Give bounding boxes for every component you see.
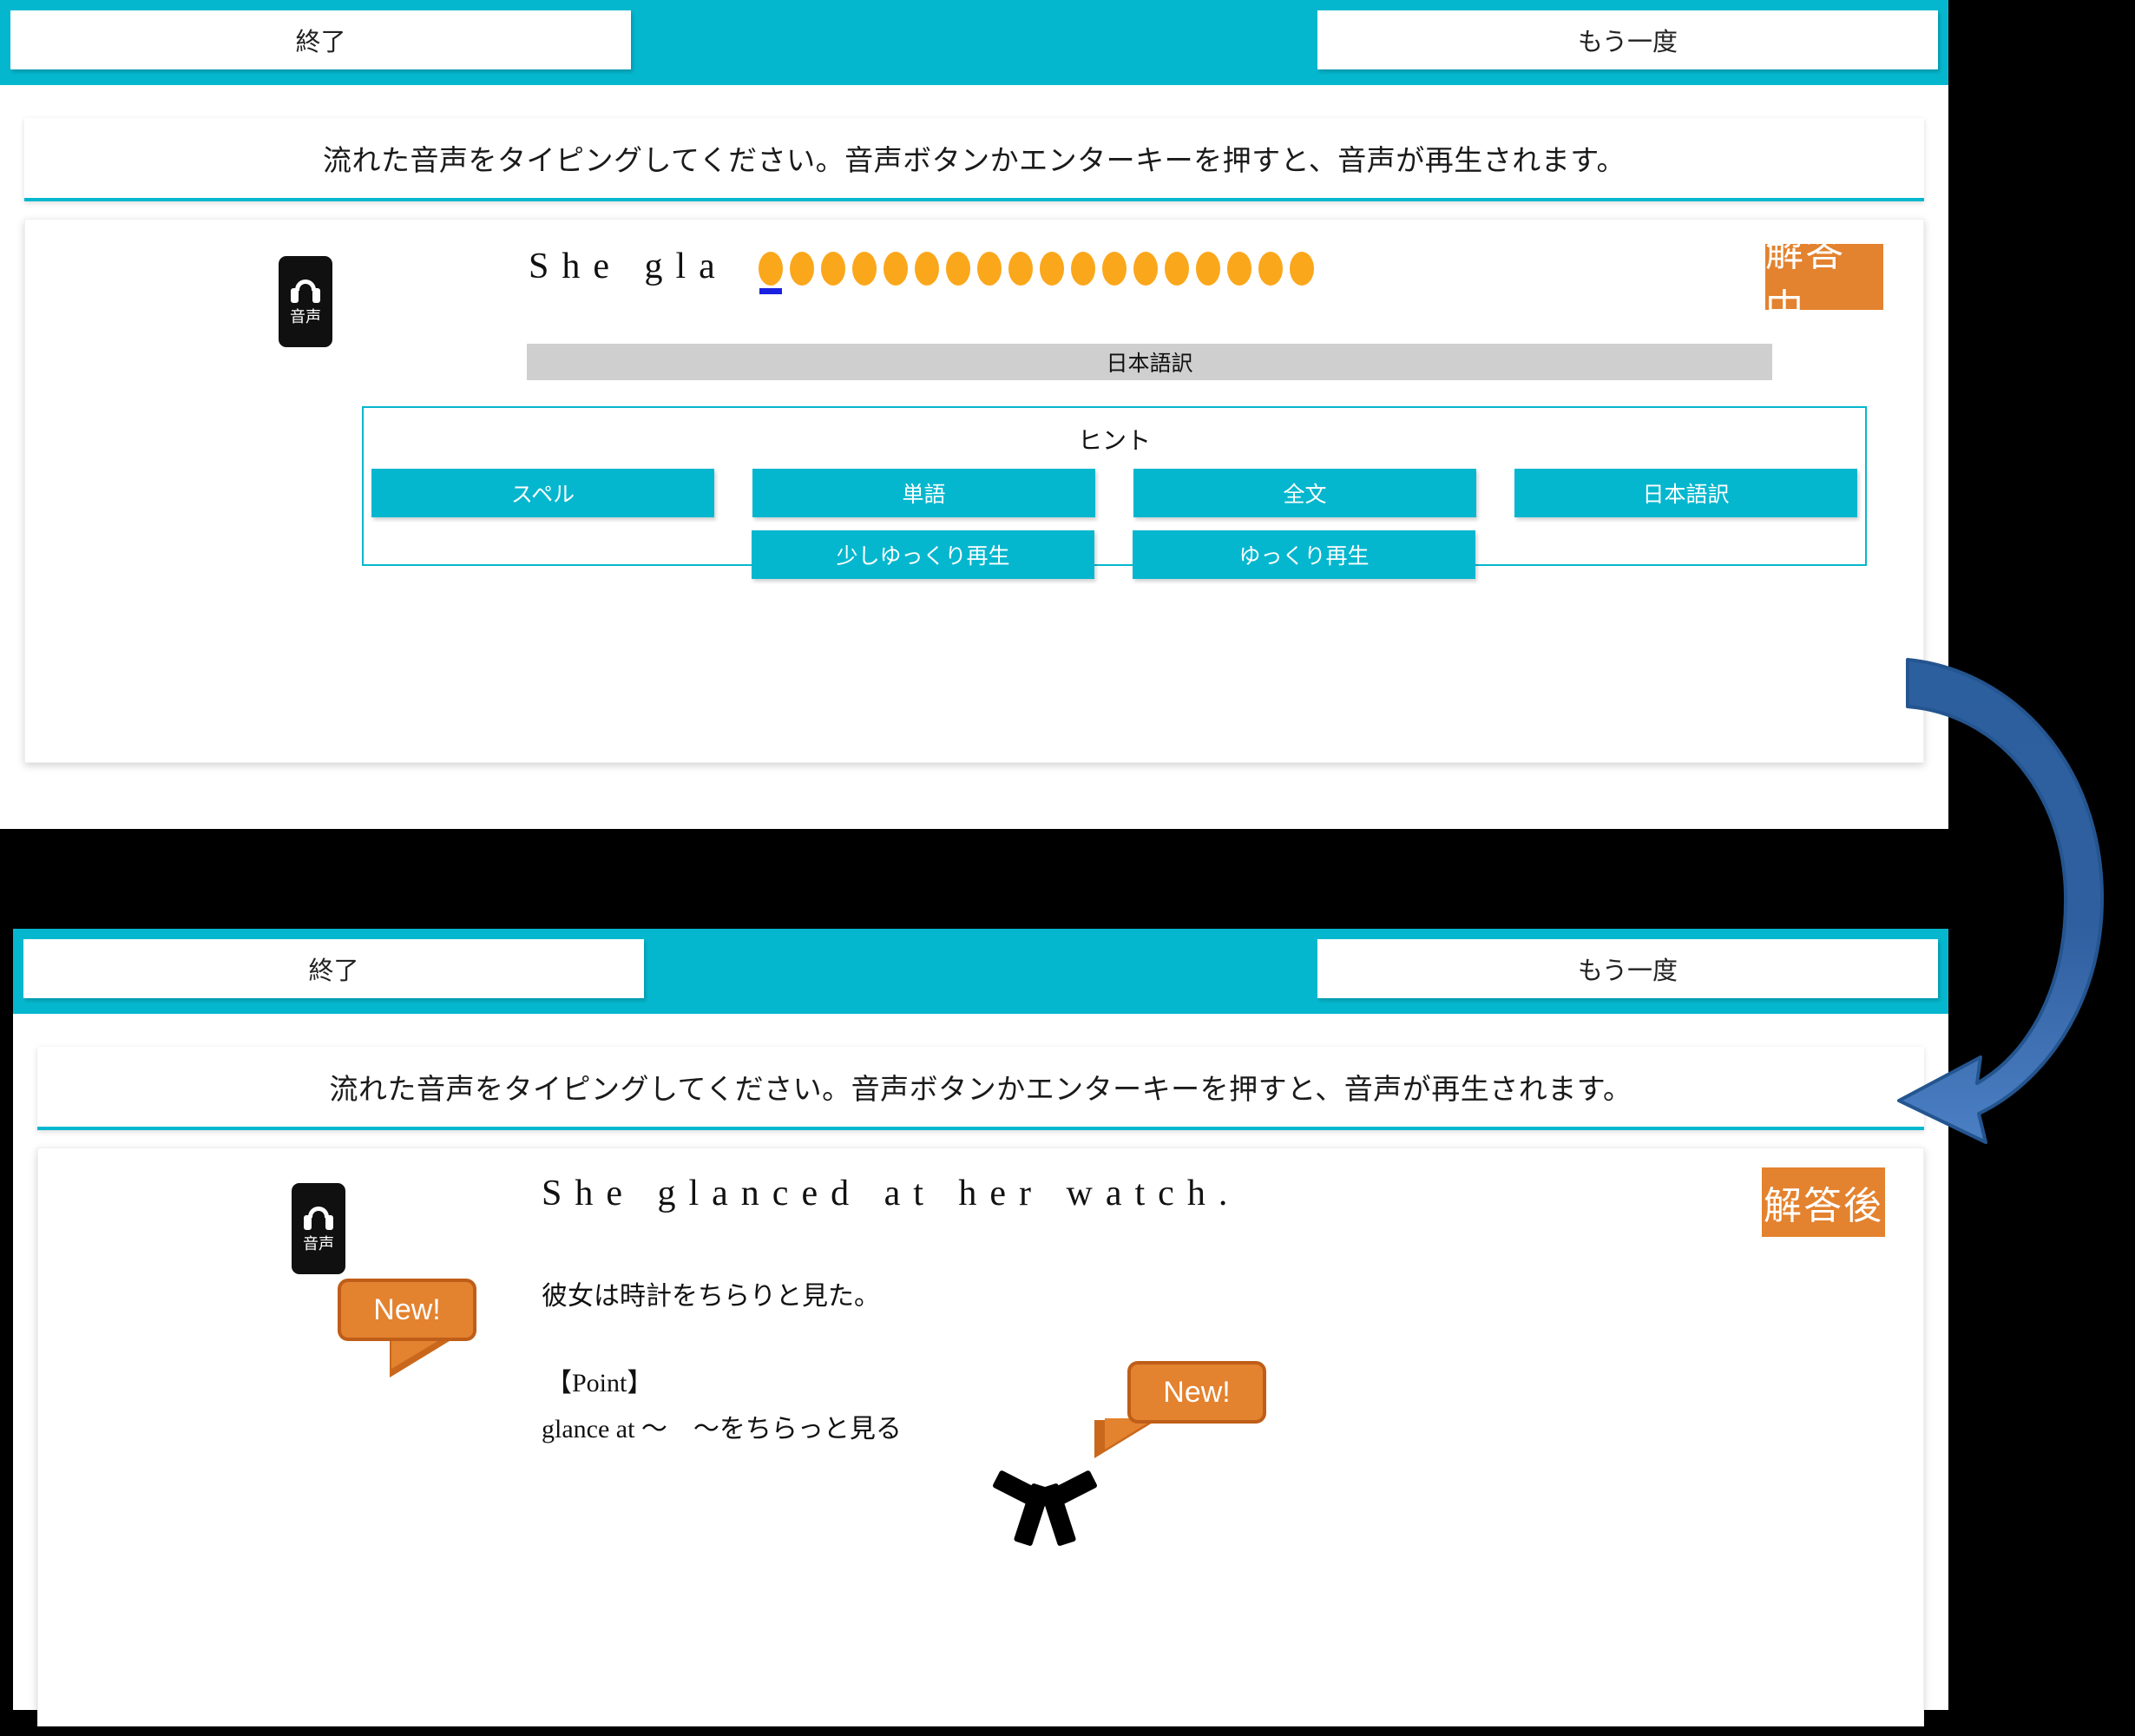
hint-row-playback: 少しゆっくり再生 ゆっくり再生: [362, 530, 1865, 579]
top-toolbar: 終了 もう一度: [0, 0, 1948, 85]
transition-arrow-icon: [1897, 658, 2105, 1144]
instruction-text: 流れた音声をタイピングしてください。音声ボタンかエンターキーを押すと、音声が再生…: [323, 144, 1626, 176]
hint-spell-button[interactable]: スペル: [371, 469, 714, 517]
instruction-text-2: 流れた音声をタイピングしてください。音声ボタンかエンターキーを押すと、音声が再生…: [329, 1073, 1632, 1105]
answering-state-panel: 終了 もう一度 流れた音声をタイピングしてください。音声ボタンかエンターキーを押…: [0, 0, 1948, 829]
masked-char: [821, 252, 845, 286]
hint-row-primary: スペル 単語 全文 日本語訳: [364, 469, 1865, 517]
hint-fulltext-button[interactable]: 全文: [1133, 469, 1476, 517]
arrow-shape: [1897, 658, 2105, 1144]
hint-japanese-button[interactable]: 日本語訳: [1514, 469, 1857, 517]
masked-char: [1133, 252, 1158, 286]
headphone-icon: [291, 279, 320, 304]
again-button[interactable]: もう一度: [1317, 10, 1938, 69]
end-button-2[interactable]: 終了: [23, 939, 644, 998]
masked-char: [1290, 252, 1314, 286]
answer-card: 音声 She glanced at her watch. 彼女は時計をちらりと見…: [37, 1147, 1924, 1726]
audio-button-label: 音声: [290, 307, 321, 326]
masked-char: [1008, 252, 1033, 286]
hint-word-button[interactable]: 単語: [752, 469, 1095, 517]
audio-button-label-2: 音声: [303, 1234, 334, 1253]
masked-char: [1227, 252, 1251, 286]
callout-new-left-label: New!: [338, 1279, 476, 1341]
typed-text: She gla: [529, 247, 728, 286]
hint-box: ヒント スペル 単語 全文 日本語訳 少しゆっくり再生 ゆっくり再生: [362, 406, 1867, 579]
masked-char: [915, 252, 939, 286]
masked-char: [852, 252, 877, 286]
callout-tail-left-inner: [391, 1338, 443, 1369]
point-heading: 【Point】: [546, 1369, 654, 1397]
masked-char: [1165, 252, 1189, 286]
hint-slightly-slow-play-button[interactable]: 少しゆっくり再生: [752, 530, 1094, 579]
typing-card: 音声 She gla 日本語訳 ヒント スペル 単語 全文 日本語訳 少しゆっく…: [24, 219, 1924, 763]
again-button-2[interactable]: もう一度: [1317, 939, 1938, 998]
hint-slow-play-button[interactable]: ゆっくり再生: [1133, 530, 1475, 579]
masked-char: [1102, 252, 1127, 286]
hint-title: ヒント: [1077, 427, 1151, 454]
masked-char: [1258, 252, 1283, 286]
headphone-icon-2: [304, 1206, 333, 1231]
japanese-translation-text: 彼女は時計をちらりと見た。: [542, 1282, 880, 1311]
audio-play-button[interactable]: 音声: [279, 256, 332, 347]
status-badge-answered: 解答後: [1762, 1167, 1885, 1237]
masked-char: [884, 252, 908, 286]
status-badge-answering: 解答中: [1765, 232, 1883, 330]
callout-new-right-label: New!: [1127, 1361, 1266, 1424]
instruction-card: 流れた音声をタイピングしてください。音声ボタンかエンターキーを押すと、音声が再生…: [24, 118, 1924, 201]
masked-characters: [759, 252, 1321, 294]
masked-char: [946, 252, 970, 286]
answered-state-panel: 終了 もう一度 流れた音声をタイピングしてください。音声ボタンかエンターキーを押…: [13, 929, 1948, 1726]
point-body: glance at 〜 〜をちらっと見る: [542, 1415, 902, 1443]
masked-char: [1040, 252, 1064, 286]
masked-char: [977, 252, 1002, 286]
answer-sentence: She glanced at her watch.: [542, 1174, 1241, 1213]
masked-char: [1196, 252, 1220, 286]
audio-play-button-2[interactable]: 音声: [292, 1183, 345, 1274]
japanese-translation-bar[interactable]: 日本語訳: [527, 344, 1772, 380]
black-ribbon-icon: [992, 1457, 1098, 1552]
masked-char: [790, 252, 814, 286]
masked-char: [1071, 252, 1095, 286]
instruction-card-2: 流れた音声をタイピングしてください。音声ボタンかエンターキーを押すと、音声が再生…: [37, 1047, 1924, 1130]
end-button[interactable]: 終了: [10, 10, 631, 69]
top-toolbar-2: 終了 もう一度: [13, 929, 1948, 1014]
masked-char-cursor: [759, 252, 783, 294]
